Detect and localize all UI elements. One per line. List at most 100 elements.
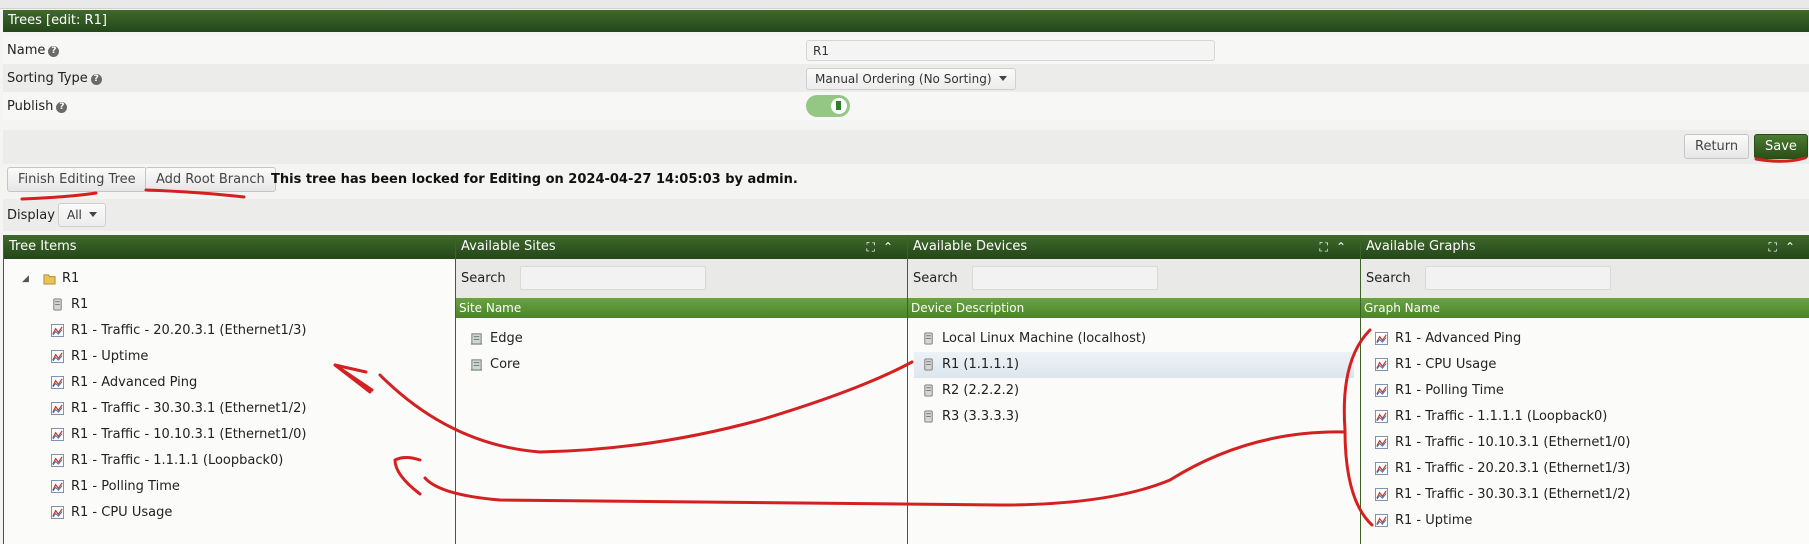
tree-item[interactable]: R1 - Traffic - 10.10.3.1 (Ethernet1/0) — [4, 422, 455, 448]
graph-item[interactable]: R1 - Traffic - 1.1.1.1 (Loopback0) — [1361, 404, 1809, 430]
graphs-search-row: Search — [1361, 259, 1809, 298]
graph-item[interactable]: R1 - Advanced Ping — [1361, 326, 1809, 352]
save-button[interactable]: Save — [1754, 134, 1808, 159]
available-devices-header: Available Devices ⛶⌃ — [908, 235, 1360, 259]
top-border — [0, 0, 1809, 9]
publish-toggle[interactable] — [806, 95, 850, 117]
item-label: R2 (2.2.2.2) — [942, 383, 1020, 398]
tree-items-header: Tree Items — [4, 235, 455, 259]
graph-name-column-header[interactable]: Graph Name — [1361, 298, 1809, 318]
graph-icon — [1375, 462, 1388, 475]
tree-item[interactable]: R1 - Traffic - 1.1.1.1 (Loopback0) — [4, 448, 455, 474]
name-input[interactable] — [806, 40, 1215, 61]
item-label: R1 — [71, 297, 89, 312]
publish-row: Publish? — [3, 92, 1809, 120]
device-icon — [924, 384, 933, 397]
graphs-search-input[interactable] — [1425, 266, 1611, 290]
sites-search-input[interactable] — [520, 266, 706, 290]
publish-label: Publish? — [7, 99, 68, 114]
tree-item[interactable]: R1 - Traffic - 20.20.3.1 (Ethernet1/3) — [4, 318, 455, 344]
search-label: Search — [1366, 271, 1411, 286]
graph-icon — [1375, 514, 1388, 527]
item-label: R1 - Uptime — [71, 349, 149, 364]
item-label: R1 - Traffic - 20.20.3.1 (Ethernet1/3) — [1395, 461, 1631, 476]
graph-icon — [1375, 384, 1388, 397]
fullscreen-icon[interactable]: ⛶ — [867, 240, 883, 254]
device-icon — [924, 410, 933, 423]
lock-message: This tree has been locked for Editing on… — [271, 172, 798, 187]
fullscreen-icon[interactable]: ⛶ — [1769, 240, 1785, 254]
help-icon[interactable]: ? — [56, 102, 68, 113]
display-row: Display All — [3, 199, 1809, 231]
item-label: Edge — [490, 331, 523, 346]
available-sites-header: Available Sites ⛶⌃ — [456, 235, 907, 259]
tree-item[interactable]: R1 - Advanced Ping — [4, 370, 455, 396]
tree-item[interactable]: R1 - Uptime — [4, 344, 455, 370]
device-item[interactable]: R1 (1.1.1.1) — [914, 352, 1354, 378]
item-label: R1 - Traffic - 30.30.3.1 (Ethernet1/2) — [71, 401, 307, 416]
collapse-up-icon[interactable]: ⌃ — [883, 240, 901, 254]
graph-item[interactable]: R1 - Uptime — [1361, 508, 1809, 534]
collapse-triangle-icon[interactable]: ◢ — [22, 266, 29, 292]
device-item[interactable]: R2 (2.2.2.2) — [908, 378, 1360, 404]
device-item[interactable]: Local Linux Machine (localhost) — [908, 326, 1360, 352]
tree-item[interactable]: R1 - CPU Usage — [4, 500, 455, 526]
site-item[interactable]: Core — [456, 352, 907, 378]
help-icon[interactable]: ? — [90, 74, 102, 85]
available-graphs-header: Available Graphs ⛶⌃ — [1361, 235, 1809, 259]
graph-item[interactable]: R1 - Traffic - 10.10.3.1 (Ethernet1/0) — [1361, 430, 1809, 456]
site-item[interactable]: Edge — [456, 326, 907, 352]
graph-icon — [51, 506, 64, 519]
folder-icon — [43, 274, 56, 285]
graph-icon — [51, 402, 64, 415]
site-icon — [470, 359, 483, 371]
graph-item[interactable]: R1 - Traffic - 20.20.3.1 (Ethernet1/3) — [1361, 456, 1809, 482]
add-root-branch-button[interactable]: Add Root Branch — [145, 167, 276, 192]
tree-root-label: R1 — [62, 271, 80, 286]
devices-search-row: Search — [908, 259, 1360, 298]
collapse-up-icon[interactable]: ⌃ — [1785, 240, 1803, 254]
item-label: R1 - Traffic - 20.20.3.1 (Ethernet1/3) — [71, 323, 307, 338]
display-select[interactable]: All — [58, 203, 106, 227]
graph-item[interactable]: R1 - Traffic - 30.30.3.1 (Ethernet1/2) — [1361, 482, 1809, 508]
item-label: R1 - Traffic - 30.30.3.1 (Ethernet1/2) — [1395, 487, 1631, 502]
item-label: Core — [490, 357, 521, 372]
available-devices-panel: Available Devices ⛶⌃ Search Device Descri… — [907, 235, 1361, 544]
item-label: R1 - Traffic - 10.10.3.1 (Ethernet1/0) — [1395, 435, 1631, 450]
graph-icon — [1375, 436, 1388, 449]
tree-item[interactable]: R1 — [4, 292, 455, 318]
chevron-down-icon — [998, 76, 1007, 81]
item-label: R1 (1.1.1.1) — [942, 357, 1020, 372]
return-button[interactable]: Return — [1684, 134, 1750, 159]
sorting-row: Sorting Type? Manual Ordering (No Sortin… — [3, 64, 1809, 92]
action-bar — [3, 130, 1809, 164]
display-label: Display — [7, 208, 55, 223]
search-label: Search — [913, 271, 958, 286]
name-row: Name? — [3, 36, 1809, 64]
graph-icon — [51, 350, 64, 363]
chevron-down-icon — [88, 212, 97, 217]
graph-item[interactable]: R1 - Polling Time — [1361, 378, 1809, 404]
page-title: Trees [edit: R1] — [3, 10, 1809, 32]
sorting-label: Sorting Type? — [7, 71, 102, 86]
item-label: R1 - CPU Usage — [71, 505, 173, 520]
device-description-column-header[interactable]: Device Description — [908, 298, 1360, 318]
tree-items-panel: Tree Items ◢ R1 R1 R1 - Traffic - 20.20.3… — [3, 235, 456, 544]
graph-item[interactable]: R1 - CPU Usage — [1361, 352, 1809, 378]
help-icon[interactable]: ? — [48, 46, 60, 57]
graph-icon — [1375, 410, 1388, 423]
tree-item[interactable]: R1 - Traffic - 30.30.3.1 (Ethernet1/2) — [4, 396, 455, 422]
item-label: R1 - Advanced Ping — [1395, 331, 1522, 346]
arrow-up-icon — [831, 98, 847, 114]
finish-editing-tree-button[interactable]: Finish Editing Tree — [7, 167, 147, 192]
tree-root-node[interactable]: ◢ R1 — [4, 266, 455, 292]
item-label: R3 (3.3.3.3) — [942, 409, 1020, 424]
collapse-up-icon[interactable]: ⌃ — [1336, 240, 1354, 254]
sorting-type-select[interactable]: Manual Ordering (No Sorting) — [806, 68, 1016, 90]
graph-icon — [51, 480, 64, 493]
fullscreen-icon[interactable]: ⛶ — [1320, 240, 1336, 254]
site-name-column-header[interactable]: Site Name — [456, 298, 907, 318]
tree-item[interactable]: R1 - Polling Time — [4, 474, 455, 500]
device-item[interactable]: R3 (3.3.3.3) — [908, 404, 1360, 430]
devices-search-input[interactable] — [972, 266, 1158, 290]
